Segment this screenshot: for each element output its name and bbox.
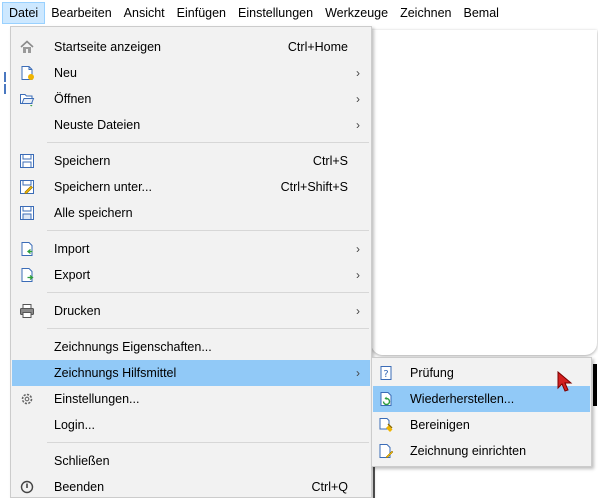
menu-zeichnen[interactable]: Zeichnen: [394, 2, 457, 24]
menu-bemassung[interactable]: Bemal: [458, 2, 505, 24]
menu-item-export[interactable]: Export ›: [12, 262, 370, 288]
menu-item-label: Neu: [54, 66, 77, 80]
open-folder-icon: [18, 90, 36, 108]
submenu-arrow-icon: ›: [356, 242, 360, 256]
menu-item-zeichnungs-eigenschaften[interactable]: Zeichnungs Eigenschaften...: [12, 334, 370, 360]
toolbar-edge: [0, 26, 10, 498]
save-all-icon: [18, 204, 36, 222]
shortcut-text: Ctrl+Shift+S: [280, 180, 348, 194]
submenu-item-bereinigen[interactable]: Bereinigen: [373, 412, 590, 438]
audit-icon: ?: [377, 364, 395, 382]
menu-item-label: Schließen: [54, 454, 110, 468]
submenu-arrow-icon: ›: [356, 366, 360, 380]
menu-separator: [47, 142, 369, 143]
purge-icon: [377, 416, 395, 434]
save-icon: [18, 152, 36, 170]
power-icon: [18, 478, 36, 496]
toolbar-edge-mark: [4, 84, 6, 94]
mouse-cursor-icon: [557, 371, 573, 392]
file-menu: Startseite anzeigen Ctrl+Home Neu › Öffn…: [10, 26, 372, 498]
menu-separator: [47, 292, 369, 293]
menu-item-drucken[interactable]: Drucken ›: [12, 298, 370, 324]
menu-einstellungen[interactable]: Einstellungen: [232, 2, 319, 24]
menu-separator: [47, 442, 369, 443]
submenu-arrow-icon: ›: [356, 92, 360, 106]
menu-item-label: Beenden: [54, 480, 105, 494]
save-as-icon: [18, 178, 36, 196]
svg-text:?: ?: [383, 369, 388, 380]
menu-item-label: Speichern: [54, 154, 111, 168]
menu-separator: [47, 230, 369, 231]
submenu-item-label: Bereinigen: [410, 418, 470, 432]
import-icon: [18, 240, 36, 258]
menu-item-oeffnen[interactable]: Öffnen ›: [12, 86, 370, 112]
start-page-panel: [371, 30, 597, 355]
menu-einfuegen[interactable]: Einfügen: [171, 2, 232, 24]
menu-item-beenden[interactable]: Beenden Ctrl+Q: [12, 474, 370, 498]
submenu-arrow-icon: ›: [356, 118, 360, 132]
menu-item-startseite[interactable]: Startseite anzeigen Ctrl+Home: [12, 34, 370, 60]
recover-icon: [377, 390, 395, 408]
canvas-edge: [593, 364, 597, 406]
menu-item-alle-speichern[interactable]: Alle speichern: [12, 200, 370, 226]
drawing-setup-icon: [377, 442, 395, 460]
menu-item-speichern-unter[interactable]: Speichern unter... Ctrl+Shift+S: [12, 174, 370, 200]
shortcut-text: Ctrl+S: [312, 154, 348, 168]
menu-item-label: Import: [54, 242, 90, 256]
menu-item-label: Einstellungen...: [54, 392, 140, 406]
toolbar-edge-mark: [4, 72, 6, 82]
menu-item-label: Neuste Dateien: [54, 118, 141, 132]
menu-item-label: Öffnen: [54, 92, 92, 106]
menu-bar: Datei Bearbeiten Ansicht Einfügen Einste…: [0, 0, 598, 26]
menu-separator: [47, 328, 369, 329]
menu-item-label: Drucken: [54, 304, 101, 318]
menu-werkzeuge[interactable]: Werkzeuge: [319, 2, 394, 24]
menu-item-neuste-dateien[interactable]: Neuste Dateien ›: [12, 112, 370, 138]
printer-icon: [18, 302, 36, 320]
menu-item-label: Zeichnungs Eigenschaften...: [54, 340, 212, 354]
menu-item-schliessen[interactable]: Schließen: [12, 448, 370, 474]
submenu-item-label: Prüfung: [410, 366, 454, 380]
submenu-item-zeichnung-einrichten[interactable]: Zeichnung einrichten: [373, 438, 590, 464]
submenu-item-label: Wiederherstellen...: [410, 392, 515, 406]
export-icon: [18, 266, 36, 284]
home-icon: [18, 38, 36, 56]
menu-item-import[interactable]: Import ›: [12, 236, 370, 262]
menu-ansicht[interactable]: Ansicht: [118, 2, 171, 24]
menu-item-zeichnungs-hilfsmittel[interactable]: Zeichnungs Hilfsmittel ›: [12, 360, 370, 386]
submenu-item-label: Zeichnung einrichten: [410, 444, 527, 458]
menu-item-label: Login...: [54, 418, 96, 432]
menu-item-label: Zeichnungs Hilfsmittel: [54, 366, 177, 380]
submenu-arrow-icon: ›: [356, 304, 360, 318]
menu-item-login[interactable]: Login...: [12, 412, 370, 438]
menu-item-label: Startseite anzeigen: [54, 40, 162, 54]
shortcut-text: Ctrl+Q: [311, 480, 348, 494]
menu-item-speichern[interactable]: Speichern Ctrl+S: [12, 148, 370, 174]
new-file-icon: [18, 64, 36, 82]
menu-item-einstellungen[interactable]: Einstellungen...: [12, 386, 370, 412]
submenu-arrow-icon: ›: [356, 66, 360, 80]
menu-item-label: Speichern unter...: [54, 180, 152, 194]
menu-item-label: Alle speichern: [54, 206, 133, 220]
shortcut-text: Ctrl+Home: [287, 40, 348, 54]
menu-item-neu[interactable]: Neu ›: [12, 60, 370, 86]
menu-bearbeiten[interactable]: Bearbeiten: [45, 2, 117, 24]
canvas-divider: [373, 462, 375, 498]
menu-item-label: Export: [54, 268, 91, 282]
submenu-arrow-icon: ›: [356, 268, 360, 282]
menu-datei[interactable]: Datei: [2, 2, 46, 24]
gear-icon: [18, 390, 36, 408]
